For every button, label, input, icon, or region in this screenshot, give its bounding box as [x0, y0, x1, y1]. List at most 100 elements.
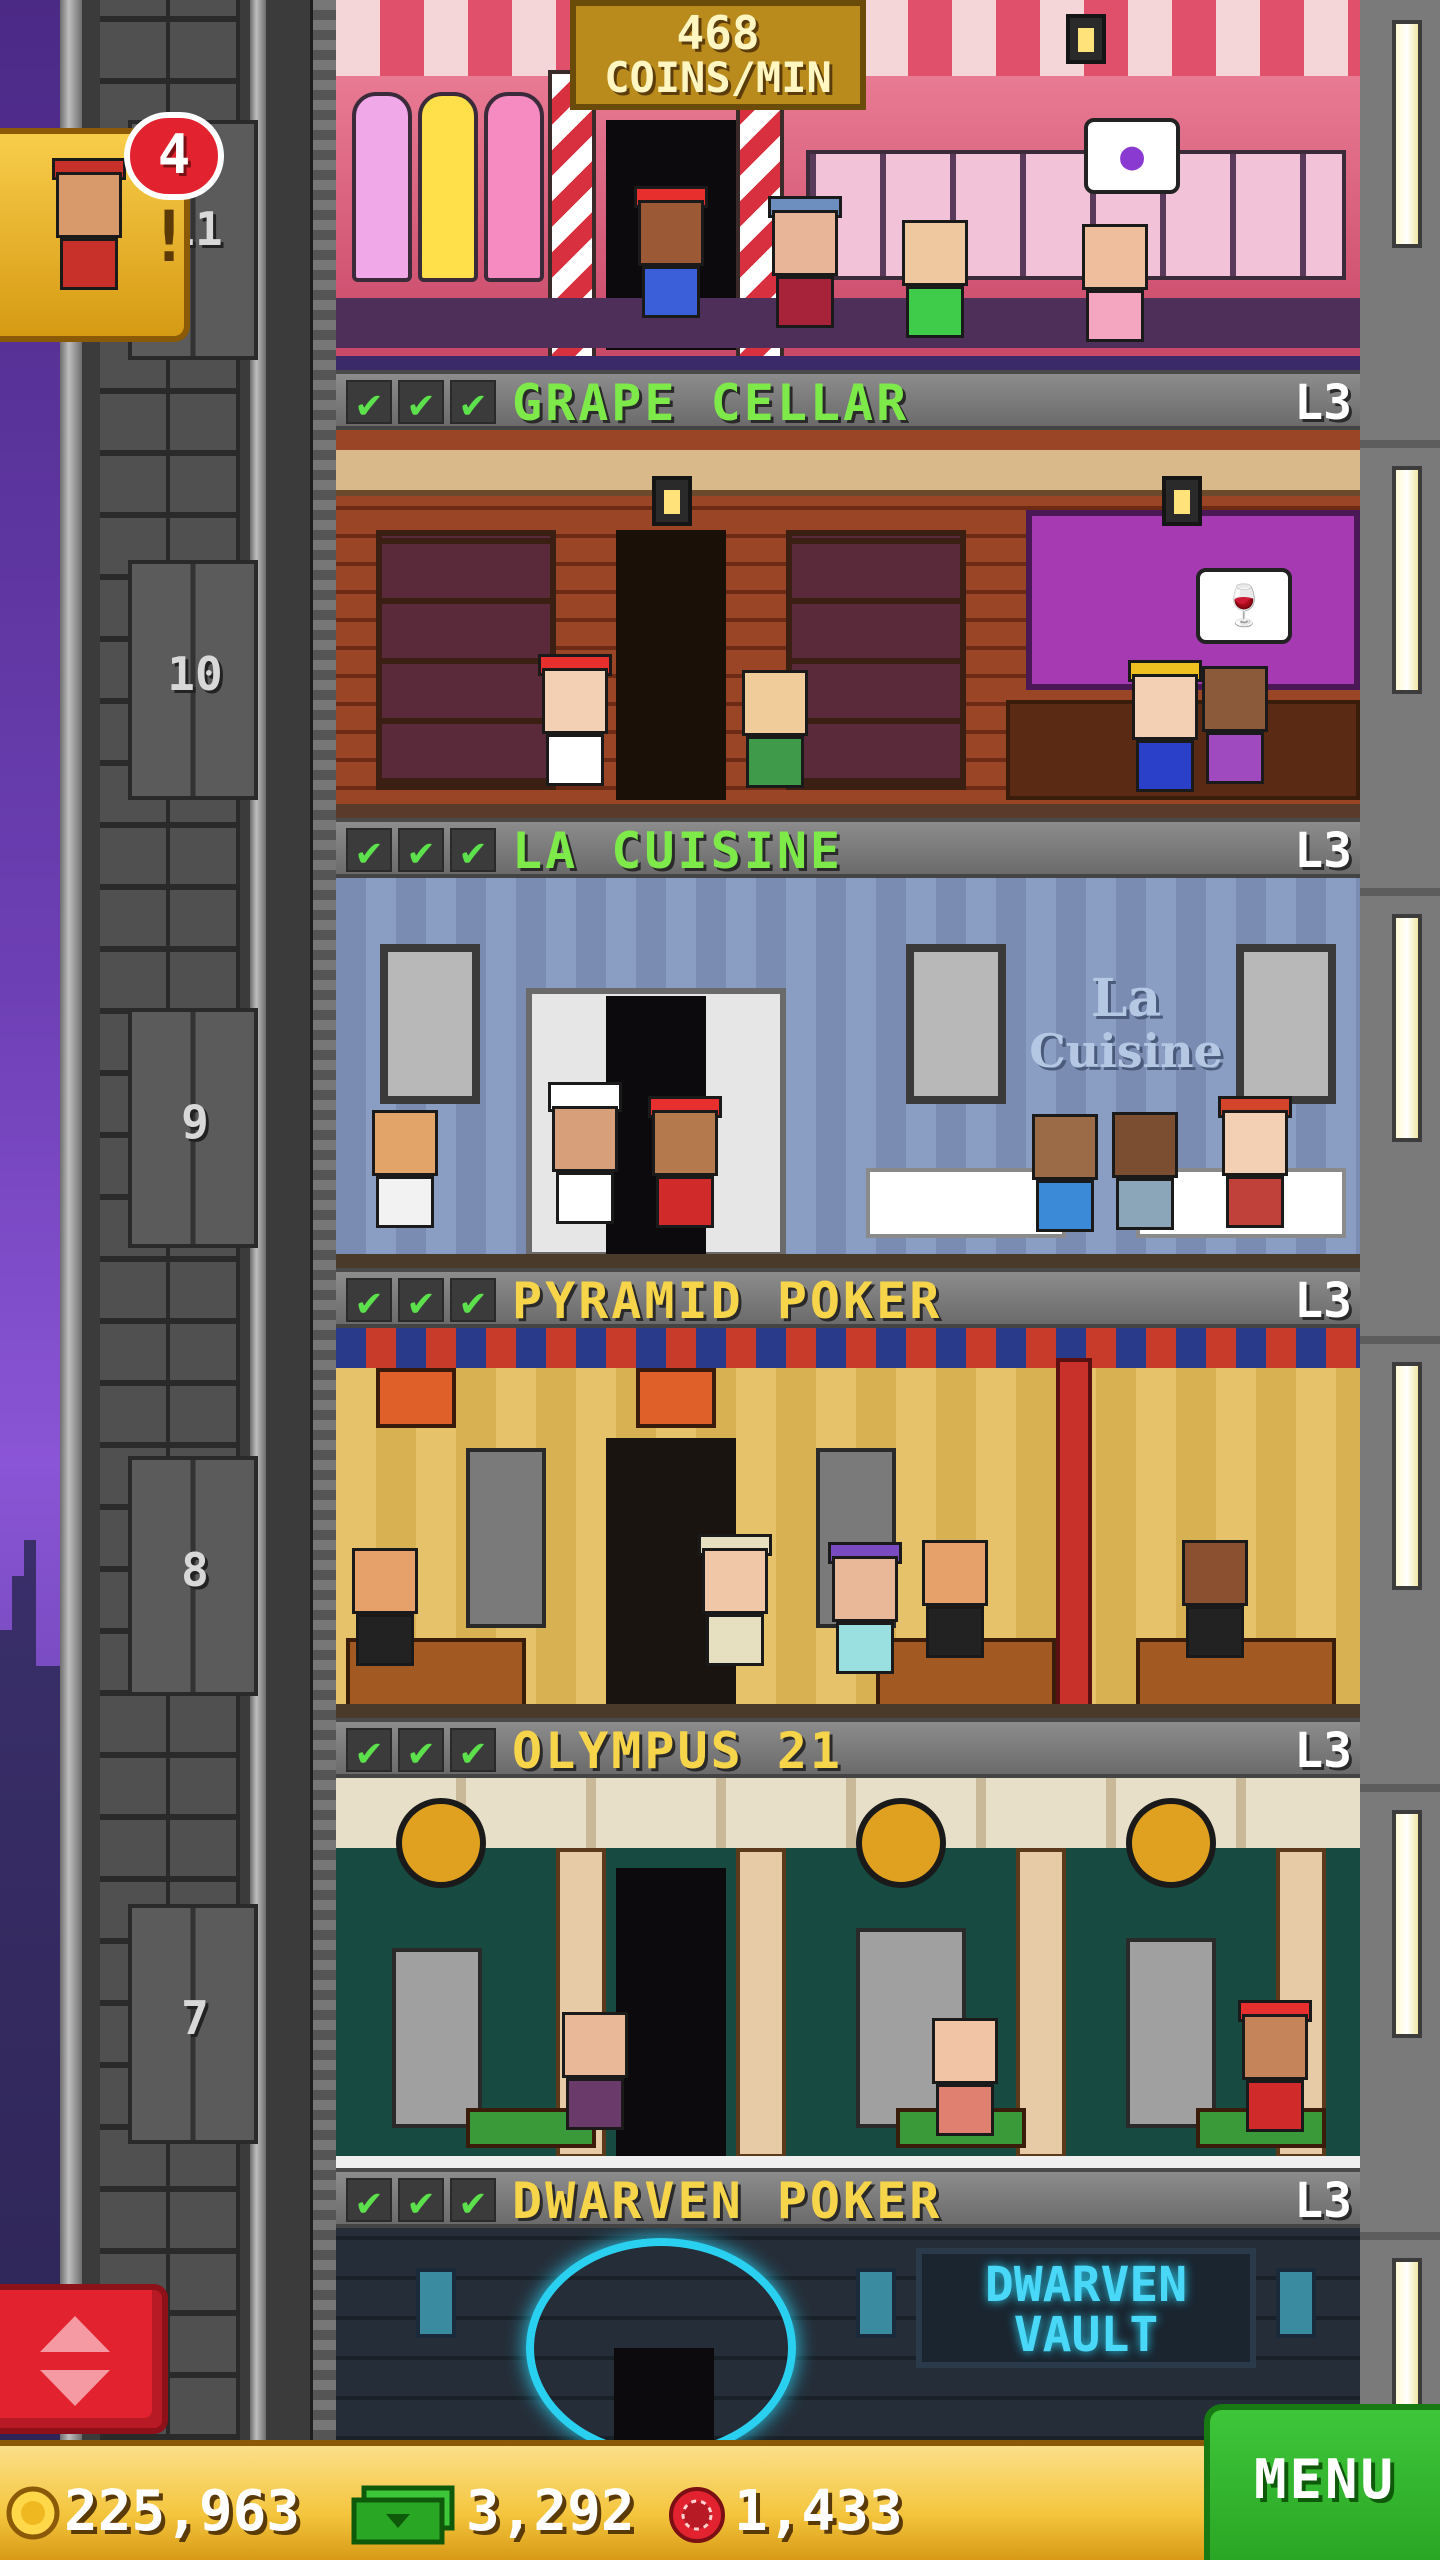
floor-olympus-21[interactable]: [336, 1778, 1360, 2170]
la-cuisine-sign: La Cuisine: [1029, 968, 1223, 1078]
coins-count: 225,963: [64, 2479, 301, 2544]
floor-bar-la-cuisine[interactable]: ✔ ✔ ✔ LA CUISINE L3: [336, 818, 1360, 878]
floor-number-7: 7: [181, 1991, 209, 2045]
fire-brazier: [636, 1368, 716, 1428]
tokens-count: 1,433: [734, 2479, 903, 2544]
picture-frame: [906, 944, 1006, 1104]
floor-name: GRAPE CELLAR: [512, 374, 910, 432]
floor-number-10: 10: [167, 647, 223, 701]
poker-chip-ornament: [396, 1798, 486, 1888]
floor-grape-cellar[interactable]: 🍷: [336, 430, 1360, 818]
red-column: [1056, 1358, 1092, 1708]
floor-name: PYRAMID POKER: [512, 1272, 943, 1330]
star-checks: ✔ ✔ ✔: [346, 380, 496, 426]
wall-lantern: [856, 2268, 896, 2338]
check-icon: ✔: [398, 380, 444, 426]
menu-button[interactable]: MENU: [1204, 2404, 1440, 2560]
up-down-arrows-icon: [40, 2316, 110, 2406]
alert-exclamation-icon: !: [148, 196, 191, 278]
picture-frame: [1236, 944, 1336, 1104]
star-checks: ✔ ✔ ✔: [346, 1278, 496, 1324]
notification-count-badge[interactable]: 4: [124, 112, 224, 200]
cellar-doorway: [616, 530, 726, 800]
window-light: [1392, 466, 1422, 694]
night-sky: [0, 0, 60, 2440]
wall-lantern: [416, 2268, 456, 2338]
god-statue: [1126, 1938, 1216, 2128]
floor-name: DWARVEN POKER: [512, 2172, 943, 2230]
floor-pyramid-poker[interactable]: [336, 1328, 1360, 1718]
floor-base: [336, 1704, 1360, 1718]
candy-jar-magenta: [484, 92, 544, 282]
check-icon: ✔: [398, 1728, 444, 1774]
coins-per-minute-sign: 468 COINS/MIN: [570, 0, 866, 110]
coins-per-min-value: 468: [676, 6, 760, 60]
check-icon: ✔: [346, 1728, 392, 1774]
check-icon: ✔: [346, 828, 392, 874]
ceiling-beam: [336, 450, 1360, 496]
bux-count: 3,292: [466, 2479, 635, 2544]
floor-level: L3: [1294, 1723, 1352, 1779]
wine-shelf: [376, 530, 556, 790]
shaft-rail-left: [60, 0, 82, 2440]
window-light: [1392, 1362, 1422, 1590]
check-icon: ✔: [346, 2178, 392, 2224]
floor-name: OLYMPUS 21: [512, 1722, 844, 1780]
picture-frame: [380, 944, 480, 1104]
fire-brazier: [376, 1368, 456, 1428]
check-icon: ✔: [450, 2178, 496, 2224]
candy-jar-pink: [352, 92, 412, 282]
star-checks: ✔ ✔ ✔: [346, 2178, 496, 2224]
floor-bar-olympus-21[interactable]: ✔ ✔ ✔ OLYMPUS 21 L3: [336, 1718, 1360, 1778]
bux-icon: [351, 2485, 455, 2545]
greek-column: [736, 1848, 786, 2158]
egyptian-frieze: [336, 1328, 1360, 1368]
check-icon: ✔: [398, 1278, 444, 1324]
token-icon: [669, 2487, 725, 2543]
coins-per-min-unit: COINS/MIN: [604, 53, 832, 102]
shaft-cable-rail: [310, 0, 339, 2440]
dwarven-vault-sign: DWARVEN VAULT: [916, 2248, 1256, 2368]
hanging-lantern: [652, 476, 692, 526]
check-icon: ✔: [450, 380, 496, 426]
olympus-doorway: [616, 1868, 726, 2158]
check-icon: ✔: [450, 1728, 496, 1774]
thought-bubble-wine: 🍷: [1196, 568, 1292, 644]
check-icon: ✔: [398, 2178, 444, 2224]
tower-right-wall: [1360, 0, 1440, 2440]
floor-base: [336, 1254, 1360, 1268]
poker-chip-ornament: [856, 1798, 946, 1888]
thought-bubble-balloon: ●: [1084, 118, 1180, 194]
elevator-button[interactable]: [0, 2284, 168, 2434]
check-icon: ✔: [450, 1278, 496, 1324]
wall-lantern: [1276, 2268, 1316, 2338]
floor-dwarven-poker[interactable]: DWARVEN VAULT: [336, 2228, 1360, 2440]
window-light: [1392, 1810, 1422, 2038]
check-icon: ✔: [346, 1278, 392, 1324]
candy-counter: [336, 298, 1360, 348]
hanging-lamp: [1066, 14, 1106, 64]
window-light: [1392, 2258, 1422, 2426]
check-icon: ✔: [398, 828, 444, 874]
floor-level: L3: [1294, 1273, 1352, 1329]
candy-shelves: [806, 150, 1346, 280]
window-light: [1392, 914, 1422, 1142]
floor-level: L3: [1294, 375, 1352, 431]
floor-la-cuisine[interactable]: La Cuisine: [336, 878, 1360, 1268]
wine-shelf: [786, 530, 966, 790]
floor-bar-grape-cellar[interactable]: ✔ ✔ ✔ GRAPE CELLAR L3: [336, 370, 1360, 430]
poker-chip-ornament: [1126, 1798, 1216, 1888]
floor-bar-dwarven-poker[interactable]: ✔ ✔ ✔ DWARVEN POKER L3: [336, 2168, 1360, 2228]
floor-bar-pyramid-poker[interactable]: ✔ ✔ ✔ PYRAMID POKER L3: [336, 1268, 1360, 1328]
hanging-lantern: [1162, 476, 1202, 526]
vault-doorway: [614, 2348, 714, 2440]
god-statue: [392, 1948, 482, 2128]
floor-base: [336, 804, 1360, 818]
star-checks: ✔ ✔ ✔: [346, 828, 496, 874]
floor-name: LA CUISINE: [512, 822, 844, 880]
floor-level: L3: [1294, 2173, 1352, 2229]
star-checks: ✔ ✔ ✔: [346, 1728, 496, 1774]
floor-number-9: 9: [181, 1095, 209, 1149]
floor-level: L3: [1294, 823, 1352, 879]
floor-base: [336, 356, 1360, 370]
